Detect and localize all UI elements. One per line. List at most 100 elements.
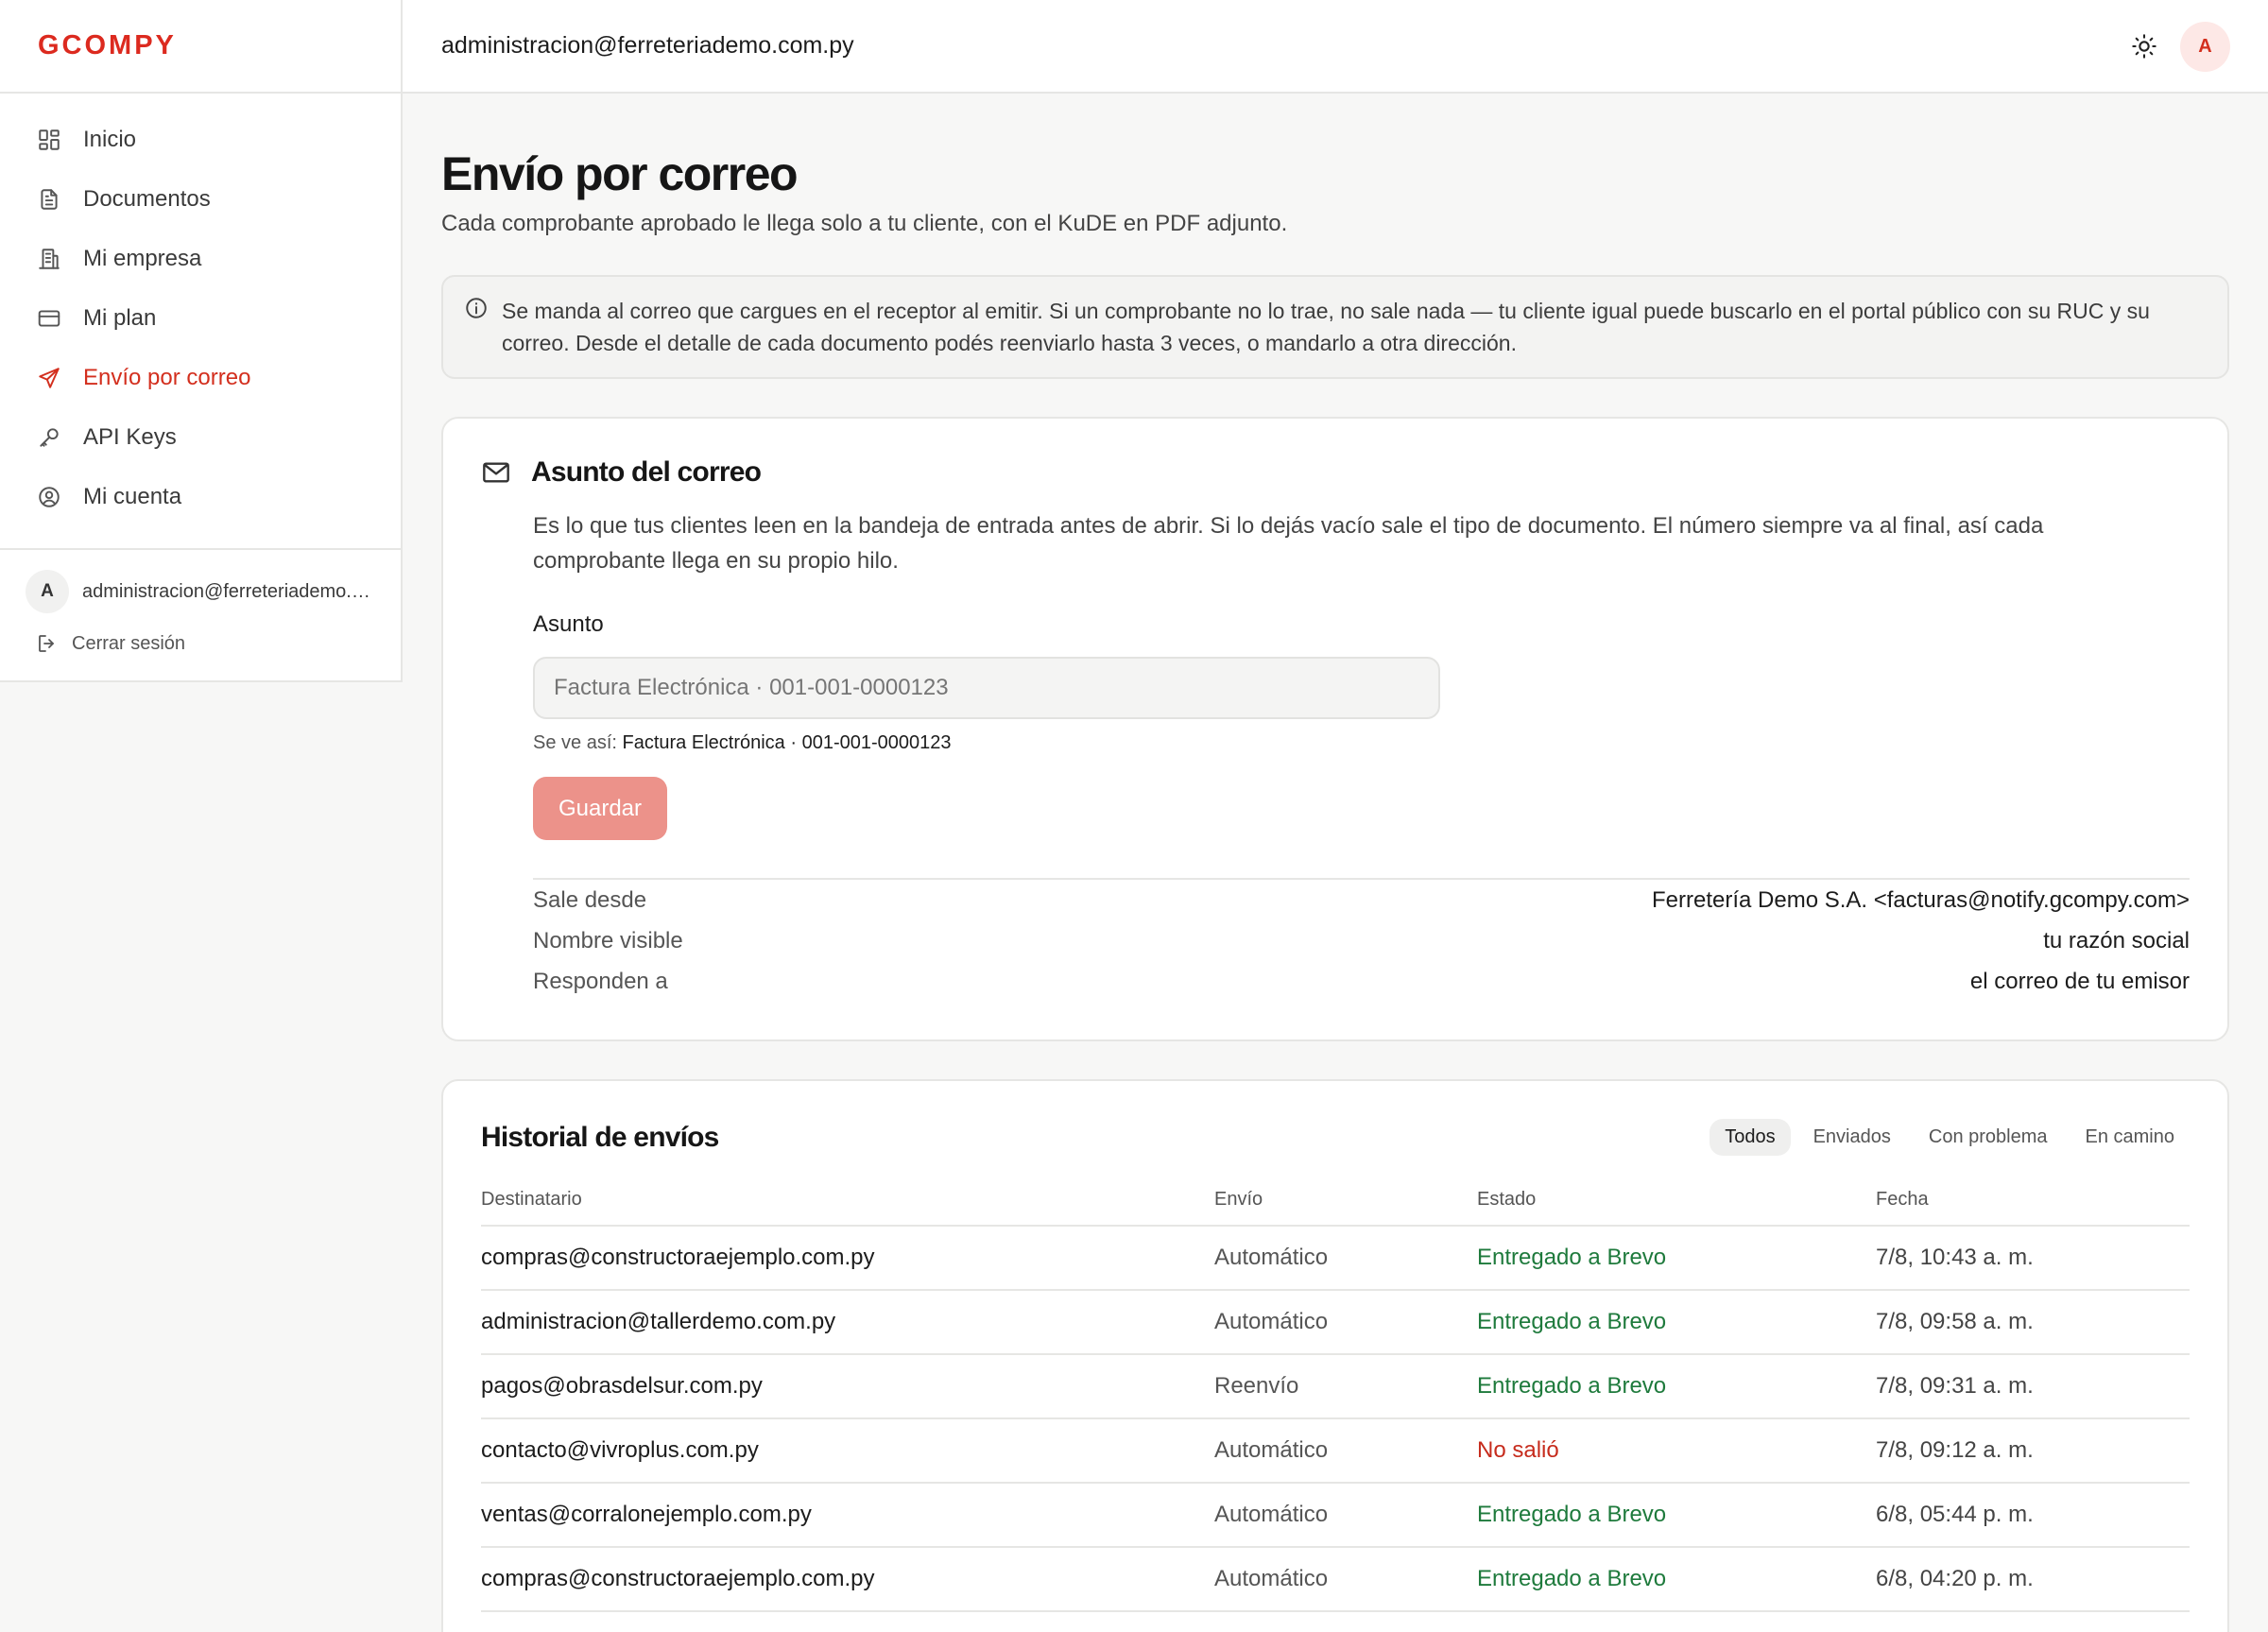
table-row[interactable]: compras@constructoraejemplo.com.py Automá… bbox=[481, 1226, 2190, 1291]
column-header-recipient: Destinatario bbox=[481, 1175, 1214, 1227]
table-row[interactable]: ventas@corralonejemplo.com.py Automático E… bbox=[481, 1483, 2190, 1548]
cell-date: 7/8, 10:43 a. m. bbox=[1876, 1226, 2190, 1291]
theme-toggle-button[interactable] bbox=[2128, 30, 2160, 62]
detail-key: Sale desde bbox=[533, 886, 647, 913]
filter-en-camino[interactable]: En camino bbox=[2070, 1119, 2191, 1156]
history-header: Historial de envíos Todos Enviados Con p… bbox=[481, 1119, 2190, 1156]
cell-recipient: ventas@corralonejemplo.com.py bbox=[481, 1483, 1214, 1548]
cell-status: Entregado a Brevo bbox=[1477, 1290, 1876, 1355]
sidebar-item-mi-plan[interactable]: Mi plan bbox=[0, 288, 401, 348]
sidebar-item-inicio[interactable]: Inicio bbox=[0, 110, 401, 169]
cell-status: Entregado a Brevo bbox=[1477, 1547, 1876, 1612]
detail-key: Nombre visible bbox=[533, 927, 683, 953]
detail-value: Ferretería Demo S.A. <facturas@notify.gc… bbox=[1651, 886, 2190, 913]
sidebar-item-label: Mi plan bbox=[83, 304, 157, 331]
document-icon bbox=[36, 186, 62, 213]
credit-card-icon bbox=[36, 305, 62, 332]
sidebar-item-label: Inicio bbox=[83, 126, 137, 152]
cell-status: Entregado a Brevo bbox=[1477, 1354, 1876, 1419]
detail-row-from: Sale desde Ferretería Demo S.A. <factura… bbox=[533, 880, 2190, 920]
subject-field-label: Asunto bbox=[533, 611, 604, 637]
info-icon bbox=[464, 296, 489, 325]
subject-card: Asunto del correo Es lo que tus clientes… bbox=[441, 417, 2229, 1041]
filter-todos[interactable]: Todos bbox=[1710, 1119, 1791, 1156]
logo-area: GCOMPY bbox=[0, 0, 401, 94]
card-description: Es lo que tus clientes leen en la bandej… bbox=[533, 513, 2044, 574]
cell-method: Automático bbox=[1214, 1547, 1477, 1612]
column-header-method: Envío bbox=[1214, 1175, 1477, 1227]
user-circle-icon bbox=[36, 484, 62, 510]
preview-value: Factura Electrónica · 001-001-0000123 bbox=[622, 732, 952, 753]
column-header-status: Estado bbox=[1477, 1175, 1876, 1227]
topbar-email: administracion@ferreteriademo.com.py bbox=[441, 32, 854, 59]
cell-date: 7/8, 09:58 a. m. bbox=[1876, 1290, 2190, 1355]
detail-key: Responden a bbox=[533, 968, 668, 994]
table-row[interactable]: administracion@tallerdemo.com.py Automáti… bbox=[481, 1290, 2190, 1355]
card-header: Asunto del correo bbox=[481, 456, 2190, 489]
grid-icon bbox=[36, 127, 62, 153]
info-callout: Se manda al correo que cargues en el rec… bbox=[441, 275, 2229, 379]
key-icon bbox=[36, 424, 62, 451]
cell-method: Automático bbox=[1214, 1483, 1477, 1548]
cell-date: 6/8, 05:44 p. m. bbox=[1876, 1483, 2190, 1548]
filter-enviados[interactable]: Enviados bbox=[1798, 1119, 1906, 1156]
history-table-body: compras@constructoraejemplo.com.py Automá… bbox=[481, 1226, 2190, 1612]
sidebar-nav: Inicio Documentos Mi empresa Mi plan Env… bbox=[0, 94, 401, 526]
cell-date: 6/8, 04:20 p. m. bbox=[1876, 1547, 2190, 1612]
topbar: administracion@ferreteriademo.com.py A bbox=[403, 0, 2268, 94]
cell-method: Reenvío bbox=[1214, 1354, 1477, 1419]
cell-method: Automático bbox=[1214, 1226, 1477, 1291]
sidebar-item-label: Mi cuenta bbox=[83, 483, 182, 509]
detail-row-reply-to: Responden a el correo de tu emisor bbox=[533, 961, 2190, 1002]
sidebar-item-documentos[interactable]: Documentos bbox=[0, 169, 401, 229]
history-title: Historial de envíos bbox=[481, 1121, 719, 1153]
send-icon bbox=[36, 365, 62, 391]
building-icon bbox=[36, 246, 62, 272]
page-title: Envío por correo bbox=[441, 147, 799, 200]
cell-recipient: compras@constructoraejemplo.com.py bbox=[481, 1226, 1214, 1291]
cell-recipient: administracion@tallerdemo.com.py bbox=[481, 1290, 1214, 1355]
history-card: Historial de envíos Todos Enviados Con p… bbox=[441, 1079, 2229, 1632]
cell-recipient: compras@constructoraejemplo.com.py bbox=[481, 1547, 1214, 1612]
save-button[interactable]: Guardar bbox=[533, 777, 667, 840]
app-logo[interactable]: GCOMPY bbox=[38, 30, 177, 61]
detail-value: tu razón social bbox=[2043, 927, 2190, 953]
subject-input[interactable] bbox=[533, 657, 1440, 719]
cell-status: Entregado a Brevo bbox=[1477, 1226, 1876, 1291]
sidebar-user-email: administracion@ferreteriademo.com.py bbox=[82, 580, 377, 602]
table-row[interactable]: contacto@vivroplus.com.py Automático No sa… bbox=[481, 1418, 2190, 1484]
subject-card-body: Es lo que tus clientes leen en la bandej… bbox=[481, 508, 2190, 1002]
table-row[interactable]: compras@constructoraejemplo.com.py Automá… bbox=[481, 1547, 2190, 1612]
cell-recipient: pagos@obrasdelsur.com.py bbox=[481, 1354, 1214, 1419]
sidebar-item-envio-por-correo[interactable]: Envío por correo bbox=[0, 348, 401, 407]
sidebar-user-section: A administracion@ferreteriademo.com.py C… bbox=[0, 548, 401, 655]
sidebar-item-label: Documentos bbox=[83, 185, 211, 212]
history-filters: Todos Enviados Con problema En camino bbox=[1702, 1119, 2190, 1156]
sidebar: GCOMPY Inicio Documentos Mi empresa Mi p… bbox=[0, 0, 403, 682]
cell-status: No salió bbox=[1477, 1418, 1876, 1484]
sidebar-item-mi-empresa[interactable]: Mi empresa bbox=[0, 229, 401, 288]
sidebar-item-api-keys[interactable]: API Keys bbox=[0, 407, 401, 467]
logout-button[interactable]: Cerrar sesión bbox=[0, 632, 401, 655]
avatar[interactable]: A bbox=[2180, 22, 2230, 72]
sidebar-item-label: Mi empresa bbox=[83, 245, 202, 271]
column-header-date: Fecha bbox=[1876, 1175, 2190, 1227]
cell-method: Automático bbox=[1214, 1290, 1477, 1355]
sun-icon bbox=[2132, 34, 2156, 59]
table-row[interactable]: pagos@obrasdelsur.com.py Reenvío Entregado… bbox=[481, 1354, 2190, 1419]
filter-con-problema[interactable]: Con problema bbox=[1914, 1119, 2063, 1156]
preview-label: Se ve así: bbox=[533, 732, 617, 753]
cell-date: 7/8, 09:31 a. m. bbox=[1876, 1354, 2190, 1419]
cell-recipient: contacto@vivroplus.com.py bbox=[481, 1418, 1214, 1484]
history-table: Destinatario Envío Estado Fecha compras@… bbox=[481, 1175, 2190, 1612]
page-subtitle: Cada comprobante aprobado le llega solo … bbox=[441, 211, 1288, 236]
subject-preview: Se ve así: Factura Electrónica · 001-001… bbox=[533, 732, 2190, 754]
cell-method: Automático bbox=[1214, 1418, 1477, 1484]
logout-label: Cerrar sesión bbox=[72, 632, 186, 654]
sidebar-user[interactable]: A administracion@ferreteriademo.com.py bbox=[0, 570, 401, 613]
cell-date: 7/8, 09:12 a. m. bbox=[1876, 1418, 2190, 1484]
sidebar-item-label: API Keys bbox=[83, 423, 177, 450]
sidebar-item-mi-cuenta[interactable]: Mi cuenta bbox=[0, 467, 401, 526]
card-title: Asunto del correo bbox=[531, 456, 762, 488]
cell-status: Entregado a Brevo bbox=[1477, 1483, 1876, 1548]
